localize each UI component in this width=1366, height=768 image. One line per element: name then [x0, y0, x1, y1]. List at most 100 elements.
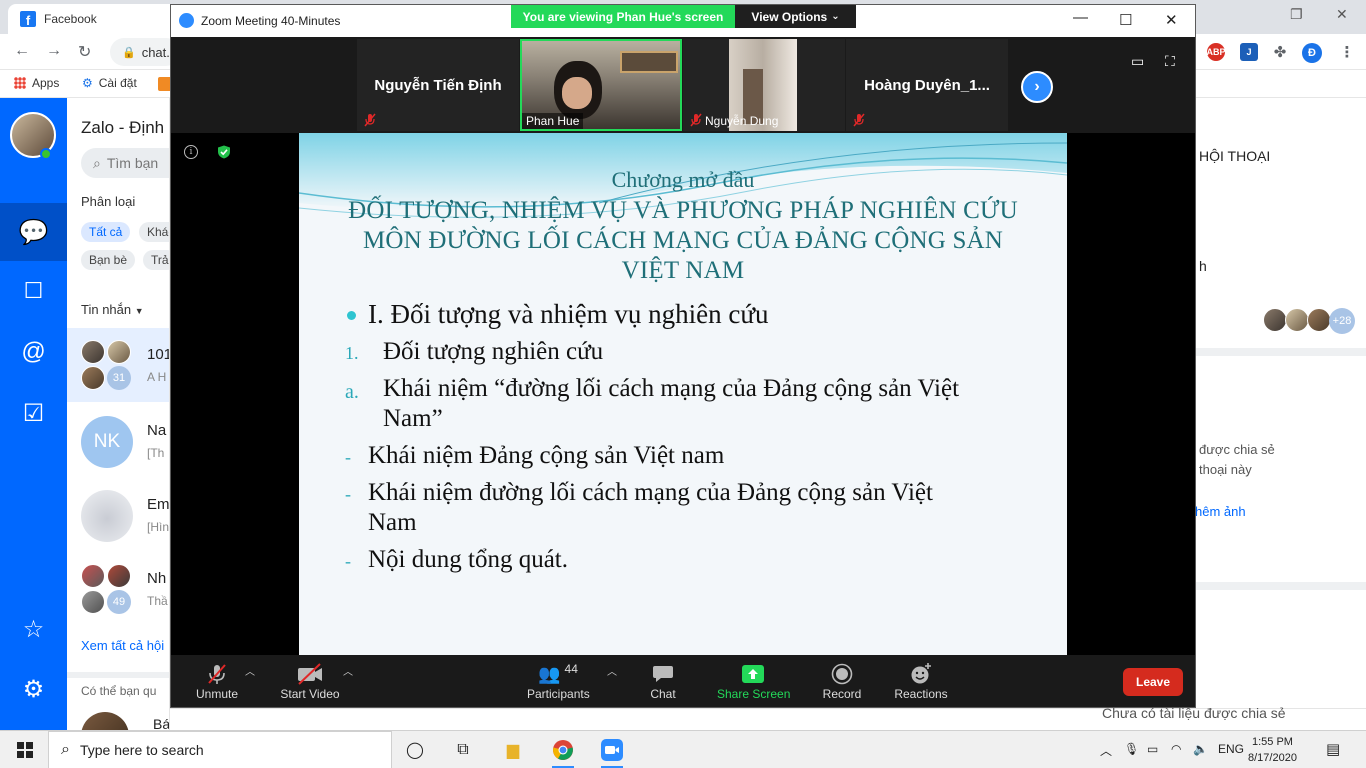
- rail-mentions[interactable]: @: [0, 323, 67, 381]
- view-photos-link[interactable]: hêm ảnh: [1195, 504, 1246, 519]
- forward-icon[interactable]: →: [46, 42, 62, 60]
- zoom-window-title: Zoom Meeting 40-Minutes: [201, 14, 341, 28]
- chip-reply[interactable]: Trả: [143, 250, 169, 270]
- search-icon: ⌕: [93, 154, 101, 171]
- system-clock[interactable]: 1:55 PM 8/17/2020: [1248, 734, 1297, 766]
- member-count-badge[interactable]: +28: [1329, 308, 1355, 334]
- slide-item: Nội dung tổng quát.: [368, 546, 568, 573]
- slide-item: Đối tượng nghiên cứu: [383, 338, 604, 365]
- encryption-shield-icon[interactable]: [217, 145, 231, 159]
- wall-painting: [620, 51, 678, 73]
- browser-close-icon[interactable]: ✕: [1336, 6, 1348, 23]
- layout-switch-icon[interactable]: ▭: [1131, 53, 1144, 70]
- suggestion-name[interactable]: Bánh Sinh Nha: [153, 716, 169, 730]
- conversation-item[interactable]: 49 Nh Thầ: [67, 552, 169, 626]
- view-options-button[interactable]: View Options ⌄: [735, 5, 856, 28]
- section-divider: [1195, 348, 1366, 356]
- reload-icon[interactable]: ↻: [78, 42, 91, 62]
- unmute-button[interactable]: Unmute: [193, 661, 241, 701]
- conversation-item[interactable]: 31 101 A H: [67, 328, 169, 402]
- browser-tab-facebook[interactable]: f Facebook: [8, 4, 178, 34]
- language-indicator[interactable]: ENG: [1218, 742, 1244, 756]
- filter-label: Phân loại: [81, 194, 136, 209]
- participant-tile[interactable]: Nguyễn Tiến Định: [357, 39, 519, 131]
- see-all-link[interactable]: Xem tất cả hội: [81, 638, 164, 653]
- chip-other[interactable]: Khác: [139, 222, 169, 242]
- conversation-name: Na: [147, 422, 167, 439]
- zalo-search-input[interactable]: ⌕ Tìm bạn: [81, 148, 169, 178]
- bookmark-apps[interactable]: Apps: [14, 76, 59, 90]
- shared-screen-area: i Chương mở đầu ĐỐI TƯỢNG, NHIỆM VỤ VÀ P…: [171, 133, 1195, 655]
- chip-friends[interactable]: Bạn bè: [81, 250, 136, 270]
- search-icon: ⌕: [61, 741, 70, 758]
- conversation-name: Em: [147, 496, 170, 513]
- start-video-label: Start Video: [280, 687, 340, 701]
- task-view-icon[interactable]: ⧉: [452, 739, 474, 761]
- file-explorer-icon[interactable]: ▆: [502, 739, 524, 761]
- slide-item: Khái niệm đường lối cách mạng của Đảng c…: [368, 479, 933, 506]
- zoom-taskbar-icon[interactable]: [601, 739, 623, 761]
- slide-title-line: MÔN ĐƯỜNG LỐI CÁCH MẠNG CỦA ĐẢNG CỘNG SẢ…: [362, 227, 1004, 254]
- browser-restore-icon[interactable]: ❐: [1290, 6, 1303, 23]
- audio-options-caret[interactable]: ︿: [245, 663, 255, 678]
- start-video-button[interactable]: Start Video: [277, 661, 343, 701]
- extension-j-icon[interactable]: J: [1240, 43, 1258, 61]
- minimize-icon[interactable]: —: [1073, 9, 1088, 26]
- at-sign-icon: @: [21, 338, 46, 365]
- windows-start-icon[interactable]: [14, 739, 36, 761]
- settings-gear-icon: ⚙: [22, 675, 45, 703]
- maximize-icon[interactable]: ☐: [1119, 11, 1132, 29]
- participant-tile-active-speaker[interactable]: Phan Hue: [520, 39, 682, 131]
- list-marker: -: [345, 447, 351, 467]
- zoom-logo-icon: [179, 13, 194, 28]
- chrome-icon[interactable]: [552, 739, 574, 761]
- leave-meeting-button[interactable]: Leave: [1123, 668, 1183, 696]
- address-text: chat.: [141, 44, 170, 60]
- battery-icon[interactable]: ▭: [1147, 742, 1158, 756]
- gallery-next-button[interactable]: ›: [1021, 71, 1053, 103]
- microphone-icon[interactable]: 🎙: [1124, 742, 1139, 756]
- record-button[interactable]: Record: [821, 661, 863, 701]
- member-avatar: [1263, 308, 1287, 332]
- browser-menu-icon[interactable]: ⋮: [1338, 43, 1356, 61]
- taskbar-search-input[interactable]: ⌕ Type here to search: [48, 731, 392, 768]
- rail-messages[interactable]: 💬: [0, 203, 67, 261]
- messages-label[interactable]: Tin nhắn ▼: [81, 302, 144, 317]
- participant-tile[interactable]: Nguyễn Dung: [683, 39, 845, 131]
- rail-contacts[interactable]: ☐: [0, 262, 67, 320]
- share-screen-button[interactable]: Share Screen: [717, 661, 790, 701]
- volume-icon[interactable]: 🔈: [1193, 742, 1208, 756]
- rail-favorites[interactable]: ☆: [0, 600, 67, 658]
- list-marker: -: [345, 484, 351, 504]
- member-avatar: [107, 340, 131, 364]
- participants-button[interactable]: 👥 44 Participants: [527, 661, 590, 701]
- adblock-icon[interactable]: ABP: [1207, 43, 1226, 61]
- wifi-icon[interactable]: ◠: [1171, 742, 1181, 756]
- suggestion-avatar[interactable]: [81, 712, 129, 730]
- video-options-caret[interactable]: ︿: [343, 663, 353, 678]
- conversation-item[interactable]: Em [Hìn: [67, 478, 170, 552]
- rail-settings[interactable]: ⚙: [0, 660, 67, 718]
- reactions-button[interactable]: Reactions: [894, 661, 948, 701]
- chip-all[interactable]: Tất cả: [81, 222, 131, 242]
- list-marker: 1.: [345, 343, 359, 363]
- participants-options-caret[interactable]: ︿: [607, 663, 617, 678]
- bookmark-settings[interactable]: ⚙ Cài đặt: [82, 76, 137, 90]
- notification-icon[interactable]: ▤: [1326, 740, 1340, 758]
- tray-chevron-up-icon[interactable]: ︿: [1100, 742, 1112, 759]
- chat-button[interactable]: Chat: [645, 661, 681, 701]
- cortana-icon[interactable]: ◯: [404, 739, 426, 761]
- zoom-app-icon: [601, 739, 623, 761]
- participant-name: Phan Hue: [522, 113, 584, 129]
- close-icon[interactable]: ✕: [1165, 11, 1178, 29]
- extensions-puzzle-icon[interactable]: ✤: [1271, 43, 1289, 61]
- participant-tile[interactable]: Hoàng Duyên_1...: [846, 39, 1008, 131]
- clock-date: 8/17/2020: [1248, 752, 1297, 764]
- rail-tasks[interactable]: ☑: [0, 384, 67, 442]
- profile-avatar[interactable]: Đ: [1302, 43, 1322, 63]
- fullscreen-icon[interactable]: ⛶: [1165, 53, 1175, 70]
- back-icon[interactable]: ←: [14, 42, 30, 60]
- info-icon[interactable]: i: [184, 145, 198, 159]
- record-icon: [831, 663, 853, 685]
- conversation-item[interactable]: NK Na [Th: [67, 404, 169, 478]
